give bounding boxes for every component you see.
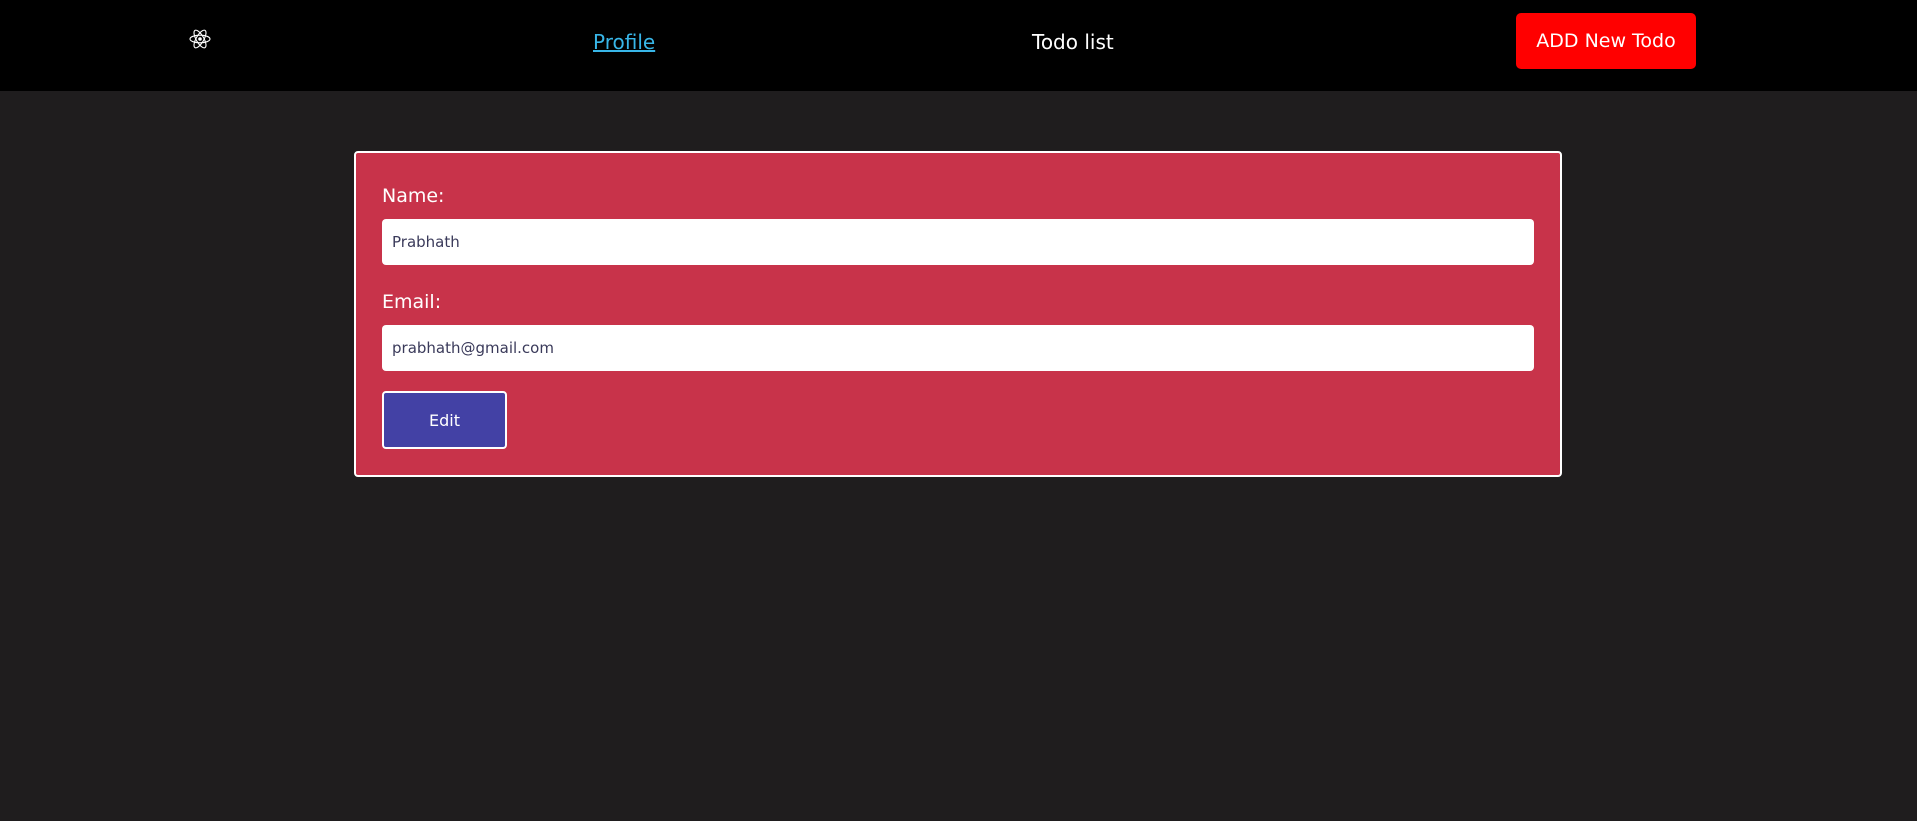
react-atom-icon[interactable]	[187, 28, 213, 50]
react-atom-icon-graphic	[189, 29, 211, 49]
nav-link-todo-list[interactable]: Todo list	[1032, 29, 1114, 55]
email-input[interactable]	[382, 325, 1534, 371]
email-label: Email:	[382, 291, 442, 313]
name-input[interactable]	[382, 219, 1534, 265]
name-label: Name:	[382, 185, 445, 207]
navbar: Profile Todo list ADD New Todo	[0, 0, 1917, 91]
nav-link-profile[interactable]: Profile	[593, 29, 655, 55]
add-new-todo-button[interactable]: ADD New Todo	[1516, 13, 1696, 69]
profile-form-card: Name: Email: Edit	[354, 151, 1562, 477]
edit-button[interactable]: Edit	[382, 391, 507, 449]
